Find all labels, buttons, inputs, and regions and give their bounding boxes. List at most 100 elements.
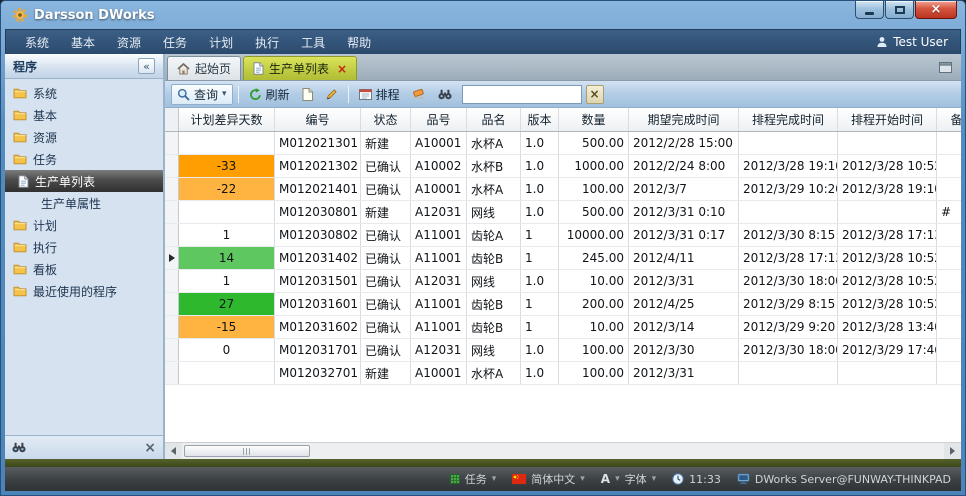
horizontal-scrollbar[interactable] — [165, 442, 961, 459]
grid-cell: 新建 — [361, 362, 411, 384]
status-bar: 任务 ▾ 简体中文 ▾ A ▾ 字体 ▾ — [5, 467, 961, 491]
menu-item-1[interactable]: 基本 — [60, 34, 106, 51]
table-row[interactable]: -22M012021401已确认A10001水杯A1.0100.002012/3… — [165, 178, 961, 201]
query-button[interactable]: 查询 ▾ — [171, 84, 233, 105]
tab-1[interactable]: 生产单列表× — [243, 56, 357, 80]
grid-cell — [937, 178, 961, 200]
title-bar[interactable]: Darsson DWorks × — [5, 1, 961, 29]
grid-cell: 已确认 — [361, 270, 411, 292]
row-indicator — [165, 247, 179, 269]
column-header[interactable]: 计划差异天数 — [179, 108, 275, 131]
minimize-button[interactable] — [855, 1, 884, 19]
column-header[interactable]: 版本 — [521, 108, 559, 131]
table-row[interactable]: 1M012031501已确认A12031网线1.010.002012/3/312… — [165, 270, 961, 293]
refresh-button[interactable]: 刷新 — [244, 84, 295, 105]
menu-item-2[interactable]: 资源 — [106, 34, 152, 51]
grid-cell: 2012/3/30 — [629, 339, 739, 361]
table-row[interactable]: 1M012030802已确认A11001齿轮A110000.002012/3/3… — [165, 224, 961, 247]
sidebar-collapse-button[interactable]: « — [138, 58, 155, 74]
column-header[interactable]: 编号 — [275, 108, 361, 131]
maximize-icon — [895, 6, 905, 14]
sidebar-search-input[interactable] — [32, 439, 138, 456]
status-server: DWorks Server@FUNWAY-THINKPAD — [737, 473, 951, 486]
user-icon — [876, 36, 888, 48]
column-header[interactable]: 排程开始时间 — [838, 108, 937, 131]
sidebar-item-7[interactable]: 执行 — [5, 236, 163, 258]
grid-cell: 水杯B — [467, 155, 521, 177]
grid-cell: 2012/3/7 — [629, 178, 739, 200]
sidebar-item-8[interactable]: 看板 — [5, 258, 163, 280]
sidebar-item-9[interactable]: 最近使用的程序 — [5, 280, 163, 302]
status-task-menu[interactable]: 任务 ▾ — [450, 471, 497, 487]
status-font-menu[interactable]: A ▾ 字体 ▾ — [601, 471, 656, 487]
table-row[interactable]: -33M012021302已确认A10002水杯B1.01000.002012/… — [165, 155, 961, 178]
calendar-icon — [359, 88, 372, 100]
toolbar-search-input[interactable] — [462, 85, 582, 104]
sidebar-item-2[interactable]: 资源 — [5, 126, 163, 148]
find-button[interactable] — [433, 84, 457, 105]
grid-cell: 245.00 — [559, 247, 629, 269]
refresh-icon — [249, 88, 262, 101]
sidebar-item-5[interactable]: 生产单属性 — [5, 192, 163, 214]
maximize-button[interactable] — [885, 1, 914, 19]
row-indicator — [165, 362, 179, 384]
table-row[interactable]: 27M012031601已确认A11001齿轮B1200.002012/4/25… — [165, 293, 961, 316]
table-row[interactable]: 0M012031701已确认A12031网线1.0100.002012/3/30… — [165, 339, 961, 362]
new-button[interactable] — [297, 84, 318, 105]
grid-cell: 2012/3/14 — [629, 316, 739, 338]
column-header[interactable]: 排程完成时间 — [739, 108, 838, 131]
table-row[interactable]: 14M012031402已确认A11001齿轮B1245.002012/4/11… — [165, 247, 961, 270]
column-header[interactable]: 状态 — [361, 108, 411, 131]
column-header[interactable]: 期望完成时间 — [629, 108, 739, 131]
sidebar-item-4[interactable]: 生产单列表 — [5, 170, 163, 192]
menu-item-4[interactable]: 计划 — [198, 34, 244, 51]
table-row[interactable]: -15M012031602已确认A11001齿轮B110.002012/3/14… — [165, 316, 961, 339]
folder-icon — [13, 263, 27, 275]
column-header[interactable]: 品号 — [411, 108, 467, 131]
sidebar-item-3[interactable]: 任务 — [5, 148, 163, 170]
grid-cell: 齿轮A — [467, 224, 521, 246]
status-language-menu[interactable]: 简体中文 ▾ — [512, 471, 585, 487]
eraser-button[interactable] — [407, 84, 431, 105]
sidebar-item-0[interactable]: 系统 — [5, 82, 163, 104]
column-header[interactable]: 品名 — [467, 108, 521, 131]
clear-search-icon[interactable]: × — [144, 441, 156, 455]
grid-cell: 2012/3/28 10:52 — [838, 155, 937, 177]
menu-item-3[interactable]: 任务 — [152, 34, 198, 51]
grid-cell — [179, 362, 275, 384]
close-tab-icon[interactable]: × — [337, 63, 347, 75]
user-menu[interactable]: Test User — [876, 35, 952, 49]
grid-cell: 1 — [179, 270, 275, 292]
menu-item-0[interactable]: 系统 — [14, 34, 60, 51]
column-header[interactable]: 备 — [937, 108, 961, 131]
table-row[interactable]: M012030801新建A12031网线1.0500.002012/3/31 0… — [165, 201, 961, 224]
edit-button[interactable] — [320, 84, 343, 105]
grid-cell — [937, 339, 961, 361]
close-button[interactable]: × — [915, 1, 957, 19]
scroll-right-button[interactable] — [944, 443, 961, 459]
table-row[interactable]: M012032701新建A10001水杯A1.0100.002012/3/31 — [165, 362, 961, 385]
grid-cell: 1 — [521, 247, 559, 269]
grid-cell — [937, 270, 961, 292]
grid-cell: 已确认 — [361, 224, 411, 246]
current-row-marker-icon — [169, 254, 175, 262]
menu-item-6[interactable]: 工具 — [290, 34, 336, 51]
chevron-down-icon: ▾ — [492, 475, 497, 484]
grid-cell: 齿轮B — [467, 293, 521, 315]
clear-input-button[interactable]: × — [586, 85, 604, 104]
scrollbar-thumb[interactable] — [184, 445, 310, 457]
grid-cell: A12031 — [411, 201, 467, 223]
sidebar-item-6[interactable]: 计划 — [5, 214, 163, 236]
grid-cell: 2012/3/29 8:15 — [739, 293, 838, 315]
sidebar-item-1[interactable]: 基本 — [5, 104, 163, 126]
sidebar-item-label: 看板 — [33, 261, 57, 278]
menu-item-5[interactable]: 执行 — [244, 34, 290, 51]
window-pin-icon[interactable] — [939, 62, 952, 73]
tab-0[interactable]: 起始页 — [167, 56, 241, 80]
scroll-left-button[interactable] — [165, 443, 182, 459]
schedule-button[interactable]: 排程 — [354, 84, 405, 105]
menu-item-7[interactable]: 帮助 — [336, 34, 382, 51]
table-row[interactable]: M012021301新建A10001水杯A1.0500.002012/2/28 … — [165, 132, 961, 155]
column-header[interactable]: 数量 — [559, 108, 629, 131]
row-indicator — [165, 132, 179, 154]
